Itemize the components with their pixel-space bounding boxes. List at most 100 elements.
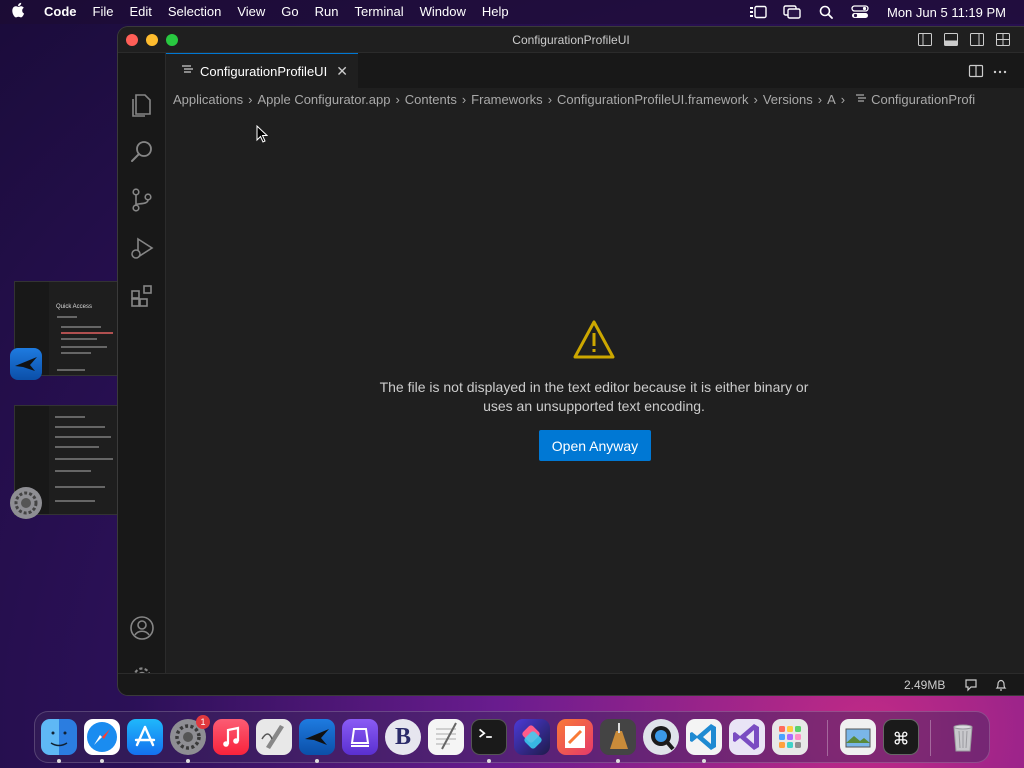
svg-text:⌘: ⌘ [893, 730, 910, 750]
breadcrumb-item-a[interactable]: A [827, 92, 836, 107]
music-icon[interactable] [213, 719, 249, 755]
running-indicator [616, 759, 620, 763]
textedit-icon[interactable] [428, 719, 464, 755]
control-center-icon[interactable] [849, 4, 871, 20]
chevron-right-icon: › [817, 91, 823, 107]
spotlight-search-icon[interactable] [815, 4, 837, 20]
instruments-icon[interactable] [600, 719, 636, 755]
app-switcher-bird-icon[interactable] [10, 348, 42, 380]
chevron-right-icon: › [547, 91, 553, 107]
editor-tab[interactable]: ConfigurationProfileUI ✕ [166, 53, 358, 88]
activity-bar [118, 53, 166, 685]
more-actions-icon[interactable] [992, 63, 1008, 79]
menu-view[interactable]: View [229, 0, 273, 24]
system-settings-icon[interactable]: 1 [170, 715, 210, 755]
run-and-debug-icon[interactable] [128, 234, 156, 262]
notification-badge: 1 [196, 715, 210, 729]
menu-file[interactable]: File [85, 0, 122, 24]
mouse-cursor-icon [256, 124, 269, 143]
window-title: ConfigurationProfileUI [512, 33, 630, 47]
file-lines-icon [182, 62, 194, 80]
menu-terminal[interactable]: Terminal [347, 0, 412, 24]
purple-app-icon[interactable] [342, 719, 378, 755]
source-control-icon[interactable] [128, 186, 156, 214]
dock-divider [827, 720, 828, 756]
breadcrumb-item-framework[interactable]: ConfigurationProfileUI.framework [557, 92, 748, 107]
running-indicator [186, 759, 190, 763]
breadcrumb-item-applications[interactable]: Applications [173, 92, 243, 107]
visual-studio-icon[interactable] [729, 719, 765, 755]
toggle-primary-sidebar-icon[interactable] [918, 33, 932, 46]
running-indicator [487, 759, 491, 763]
safari-icon[interactable] [84, 719, 120, 755]
finder-icon[interactable] [41, 719, 77, 755]
chevron-right-icon: › [248, 91, 253, 107]
breadcrumb-item-apple-configurator[interactable]: Apple Configurator.app [257, 92, 390, 107]
menu-selection[interactable]: Selection [160, 0, 229, 24]
launchpad-icon[interactable] [772, 719, 808, 755]
breadcrumb-item-versions[interactable]: Versions [763, 92, 813, 107]
binary-file-message: The file is not displayed in the text ed… [166, 378, 1022, 416]
quicktime-icon[interactable] [643, 719, 679, 755]
menu-bar: Code File Edit Selection View Go Run Ter… [0, 0, 1024, 24]
running-indicator [315, 759, 319, 763]
menu-edit[interactable]: Edit [121, 0, 159, 24]
notifications-bell-icon[interactable] [994, 678, 1008, 692]
trash-icon[interactable] [945, 719, 981, 755]
bird-app-icon[interactable] [299, 719, 335, 755]
running-indicator [100, 759, 104, 763]
accounts-icon[interactable] [128, 614, 156, 642]
message-line-2: uses an unsupported text encoding. [483, 398, 705, 414]
menu-window[interactable]: Window [412, 0, 474, 24]
breadcrumb-item-file[interactable]: ConfigurationProfi [871, 92, 975, 107]
breadcrumb: Applications › Apple Configurator.app › Co… [166, 88, 1024, 110]
chevron-right-icon: › [395, 91, 400, 107]
running-indicator [702, 759, 706, 763]
close-tab-icon[interactable]: ✕ [336, 63, 348, 80]
bbedit-icon[interactable]: B [385, 719, 421, 755]
title-bar: ConfigurationProfileUI [118, 27, 1024, 53]
menu-app-name[interactable]: Code [36, 0, 85, 24]
running-indicator [57, 759, 61, 763]
editor-tab-bar: ConfigurationProfileUI ✕ [166, 53, 1024, 88]
menu-run[interactable]: Run [307, 0, 347, 24]
dock-divider [930, 720, 931, 756]
script-editor-icon[interactable] [256, 719, 292, 755]
search-icon[interactable] [128, 138, 156, 166]
preview-icon[interactable] [840, 719, 876, 755]
screen-mirroring-icon[interactable] [781, 4, 803, 20]
shortcuts-icon[interactable] [514, 719, 550, 755]
menubar-clock[interactable]: Mon Jun 5 11:19 PM [877, 5, 1024, 20]
bbedit-letter: B [394, 724, 411, 750]
app-switcher-settings-icon[interactable] [10, 487, 42, 519]
menu-help[interactable]: Help [474, 0, 517, 24]
pages-icon[interactable] [557, 719, 593, 755]
explorer-icon[interactable] [128, 90, 156, 118]
split-editor-icon[interactable] [968, 63, 984, 79]
thumbnail-title: Quick Access [56, 304, 93, 310]
file-lines-icon [856, 92, 867, 107]
toggle-panel-icon[interactable] [944, 33, 958, 46]
vscode-icon[interactable] [686, 719, 722, 755]
stage-manager-icon[interactable] [747, 4, 769, 20]
terminal-icon[interactable] [471, 719, 507, 755]
keyboard-viewer-icon[interactable]: ⌘ [883, 719, 919, 755]
toggle-secondary-sidebar-icon[interactable] [970, 33, 984, 46]
dock: 1 B ⌘ [34, 711, 990, 763]
extensions-icon[interactable] [128, 282, 156, 310]
apple-menu-icon[interactable] [0, 2, 36, 22]
menu-go[interactable]: Go [273, 0, 306, 24]
file-size-status[interactable]: 2.49MB [904, 678, 945, 692]
tab-label: ConfigurationProfileUI [200, 63, 328, 79]
feedback-icon[interactable] [964, 678, 978, 692]
chevron-right-icon: › [461, 91, 467, 107]
app-store-icon[interactable] [127, 719, 163, 755]
chevron-right-icon: › [840, 91, 846, 107]
warning-icon [572, 319, 616, 361]
customize-layout-icon[interactable] [996, 33, 1010, 46]
vscode-window: ConfigurationProfileUI ConfigurationProf… [118, 27, 1024, 695]
editor-area: The file is not displayed in the text ed… [166, 110, 1024, 673]
open-anyway-button[interactable]: Open Anyway [539, 430, 651, 461]
breadcrumb-item-frameworks[interactable]: Frameworks [471, 92, 543, 107]
breadcrumb-item-contents[interactable]: Contents [405, 92, 457, 107]
